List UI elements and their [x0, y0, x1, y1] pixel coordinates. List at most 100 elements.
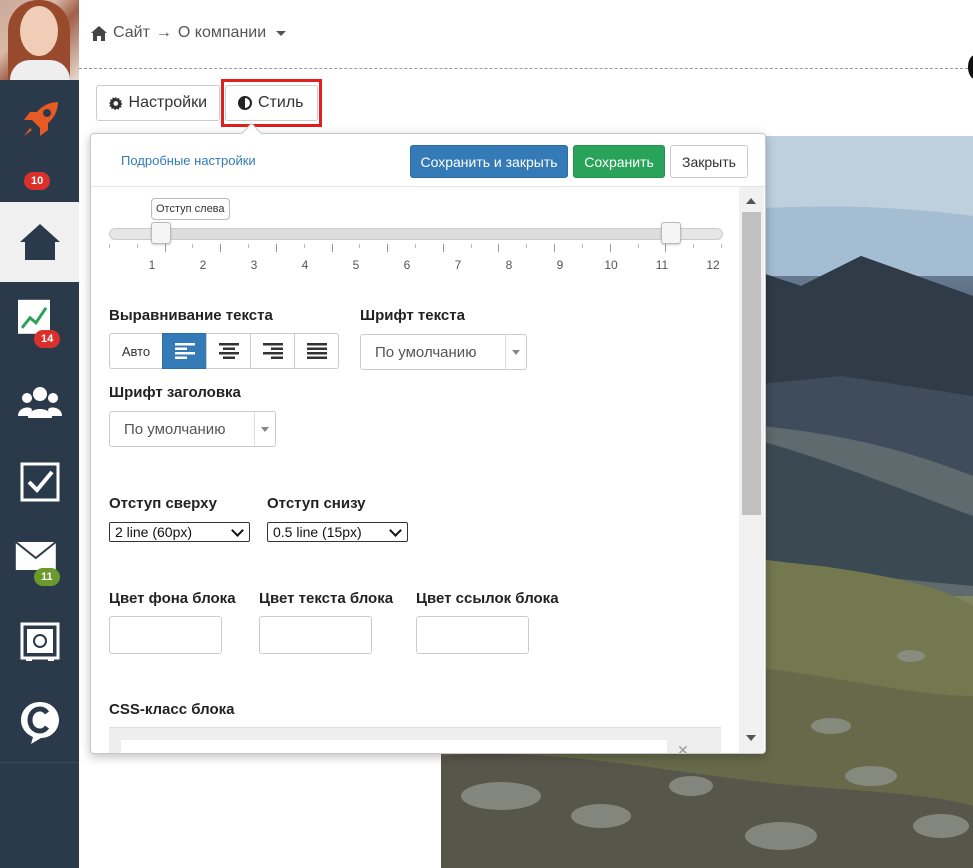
text-font-label: Шрифт текста	[360, 307, 465, 324]
sidebar-item-mail[interactable]: 11	[0, 522, 79, 603]
sidebar-item-safe[interactable]	[0, 602, 79, 683]
text-font-value: По умолчанию	[375, 344, 477, 361]
slider-tick	[136, 244, 138, 248]
slider-tick	[470, 244, 472, 248]
text-font-select[interactable]: По умолчанию	[360, 334, 527, 370]
align-center-button[interactable]	[206, 333, 251, 369]
align-right-icon	[262, 343, 283, 359]
align-left-icon	[174, 343, 195, 359]
padding-top-value: 2 line (60px)	[115, 524, 193, 540]
slider-tick	[331, 244, 333, 252]
slider-tick-label: 4	[301, 258, 309, 272]
tab-settings-label: Настройки	[128, 94, 207, 111]
align-left-button[interactable]	[162, 333, 207, 369]
bg-color-input[interactable]	[109, 616, 222, 654]
sidebar-item-rocket[interactable]	[0, 80, 79, 161]
align-justify-button[interactable]	[294, 333, 339, 369]
slider-tick-label: 6	[403, 258, 411, 272]
slider-tick	[220, 244, 222, 252]
slider-tick	[637, 244, 639, 248]
slider-tick	[721, 244, 722, 248]
slider-tick	[359, 244, 361, 248]
slider-tick	[554, 244, 556, 252]
heading-font-select[interactable]: По умолчанию	[109, 411, 276, 447]
slider-tick	[693, 244, 695, 248]
slider-ticks	[109, 244, 723, 254]
slider-tick-label: 11	[655, 258, 669, 272]
slider-tick	[192, 244, 194, 248]
chevron-down-icon[interactable]	[276, 30, 287, 36]
detailed-settings-link[interactable]: Подробные настройки	[121, 153, 256, 168]
avatar[interactable]	[0, 0, 79, 80]
mail-icon	[14, 541, 56, 570]
padding-bottom-value: 0.5 line (15px)	[273, 524, 362, 540]
rocket-icon	[23, 102, 58, 136]
stats-badge: 14	[34, 330, 61, 348]
gear-icon	[109, 96, 123, 110]
text-color-label: Цвет текста блока	[259, 590, 394, 607]
slider-handle-right[interactable]	[661, 222, 681, 244]
css-class-input[interactable]: ✕	[109, 727, 721, 753]
save-and-close-button[interactable]: Сохранить и закрыть	[410, 145, 568, 178]
sidebar-item-chat[interactable]	[0, 682, 79, 763]
clear-icon[interactable]: ✕	[677, 742, 689, 753]
home-icon	[19, 224, 60, 260]
sidebar-item-home[interactable]	[0, 202, 79, 283]
chevron-down-icon	[231, 524, 244, 537]
slider-tick-label: 10	[604, 258, 618, 272]
mail-badge: 11	[34, 568, 60, 586]
bg-color-label: Цвет фона блока	[109, 590, 236, 607]
save-button[interactable]: Сохранить	[573, 145, 665, 178]
tab-settings[interactable]: Настройки	[96, 85, 220, 121]
slider-tick	[415, 244, 416, 248]
chat-c-icon	[20, 702, 59, 744]
sidebar-item-tasks[interactable]	[0, 442, 79, 523]
align-center-icon	[218, 343, 239, 359]
breadcrumb[interactable]: Сайт → О компании	[91, 24, 287, 42]
slider-tick-label: 3	[250, 258, 258, 272]
slider-tick	[581, 244, 583, 248]
slider-tick-label: 9	[556, 258, 564, 272]
chevron-down-icon	[261, 427, 269, 432]
sidebar-item-stats[interactable]: 14	[0, 282, 79, 363]
notification-badge: 10	[24, 172, 51, 190]
top-bar: Сайт → О компании	[79, 0, 973, 69]
slider-tick	[442, 244, 444, 252]
slider-tick-label: 1	[148, 258, 156, 272]
panel-header: Подробные настройки Сохранить и закрыть …	[91, 134, 765, 187]
link-color-input[interactable]	[416, 616, 529, 654]
slider-tick	[109, 244, 110, 248]
breadcrumb-page[interactable]: О компании	[178, 24, 266, 42]
css-class-label: CSS-класс блока	[109, 701, 235, 718]
checkbox-icon	[20, 462, 59, 502]
align-auto-button[interactable]: Авто	[109, 333, 163, 369]
slider-tick-label: 2	[199, 258, 207, 272]
edge-control-icon[interactable]	[968, 55, 973, 79]
text-align-group: Авто	[109, 333, 339, 369]
slider-tick-label: 7	[454, 258, 462, 272]
padding-bottom-select[interactable]: 0.5 line (15px)	[267, 522, 408, 542]
heading-font-label: Шрифт заголовка	[109, 384, 241, 401]
sidebar-item-notifications[interactable]: 10	[0, 160, 79, 203]
padding-bottom-label: Отступ снизу	[267, 495, 366, 512]
align-right-button[interactable]	[250, 333, 295, 369]
slider-tick	[526, 244, 528, 248]
scroll-down-icon[interactable]	[746, 735, 756, 741]
safe-icon	[20, 622, 59, 661]
close-button[interactable]: Закрыть	[670, 145, 748, 178]
breadcrumb-site[interactable]: Сайт	[113, 24, 150, 42]
text-color-input[interactable]	[259, 616, 372, 654]
sidebar-item-users[interactable]	[0, 362, 79, 443]
link-color-label: Цвет ссылок блока	[416, 590, 559, 607]
highlight-frame	[221, 79, 322, 127]
slider-tick	[498, 244, 500, 252]
scroll-up-icon[interactable]	[746, 198, 756, 204]
padding-top-label: Отступ сверху	[109, 495, 217, 512]
chevron-down-icon	[389, 524, 402, 537]
scrollbar-thumb[interactable]	[742, 212, 761, 515]
sidebar: 10 14 11	[0, 0, 79, 868]
slider-tick	[303, 244, 305, 248]
slider-handle-left[interactable]	[151, 222, 171, 244]
padding-top-select[interactable]: 2 line (60px)	[109, 522, 250, 542]
breadcrumb-arrow: →	[155, 24, 172, 41]
